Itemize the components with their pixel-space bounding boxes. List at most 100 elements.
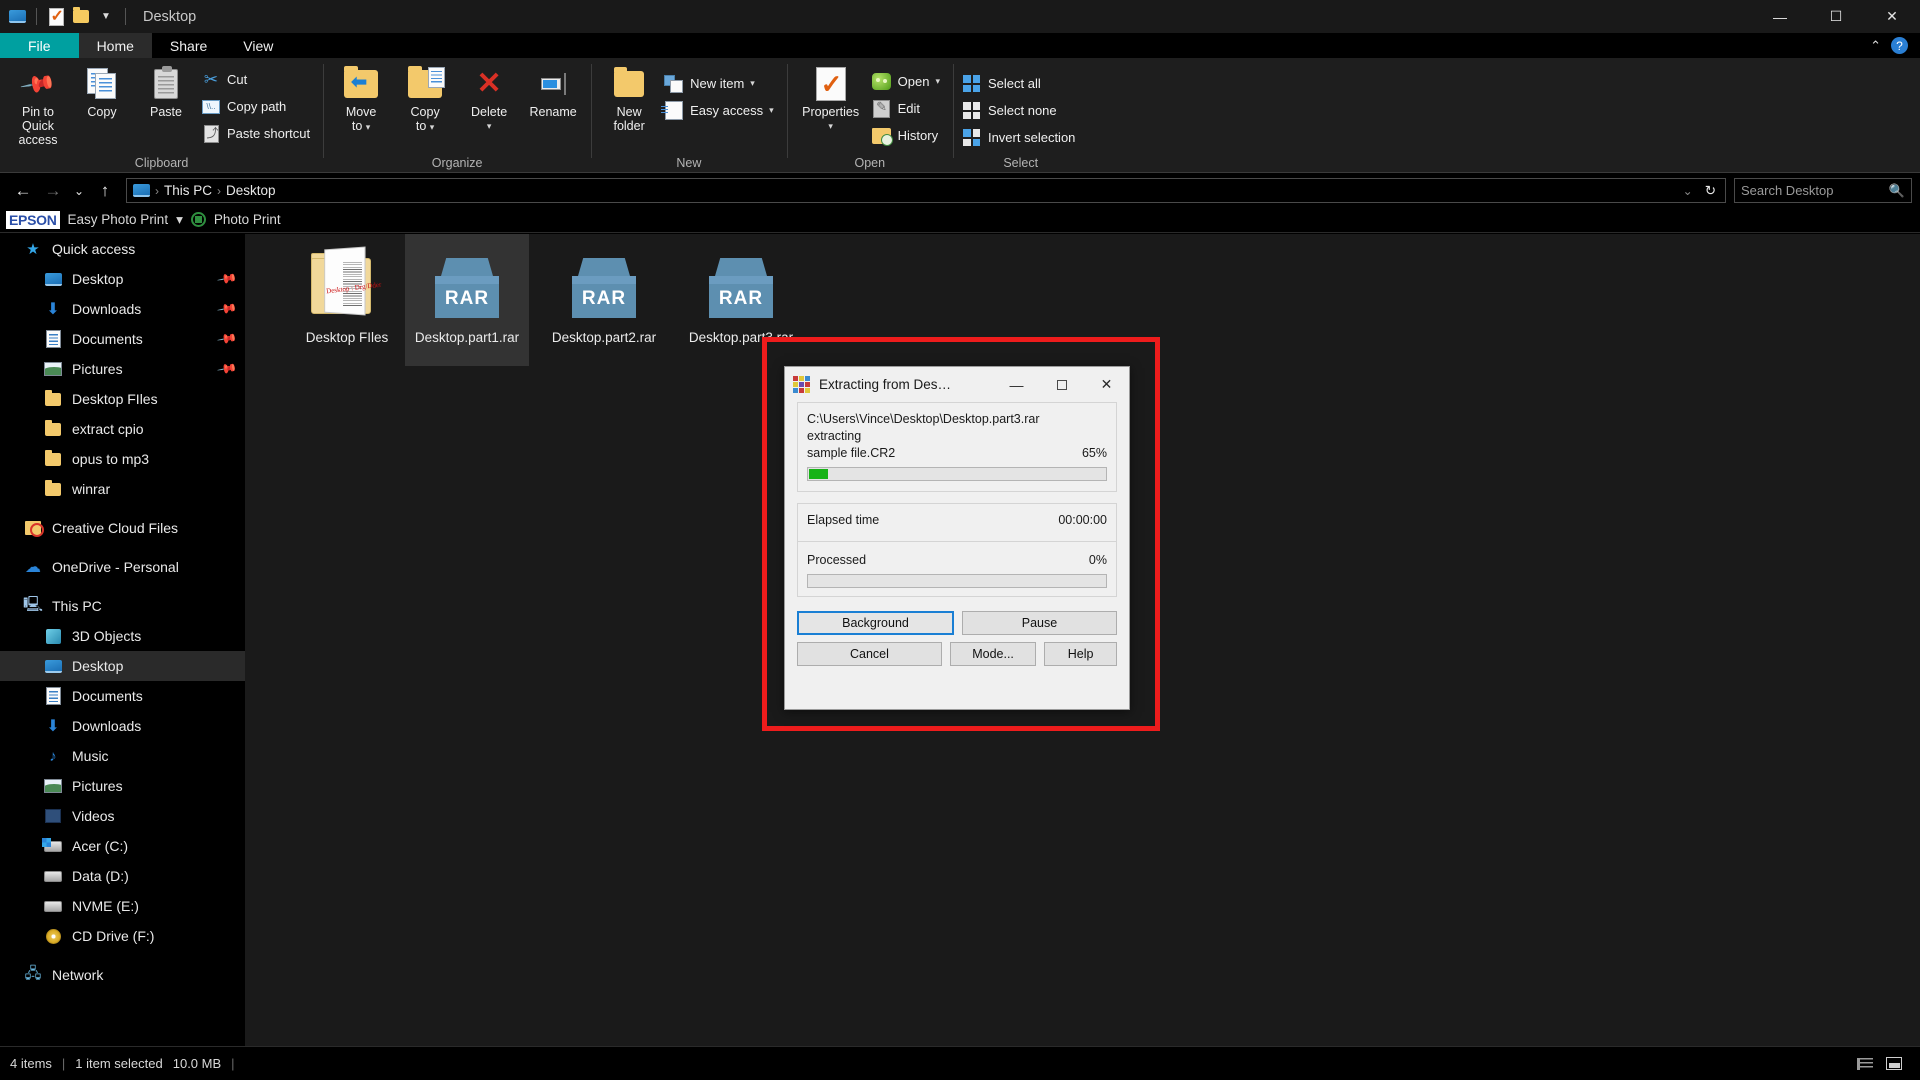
cancel-button[interactable]: Cancel [797,642,942,666]
help-button[interactable]: Help [1044,642,1117,666]
properties-check-icon[interactable] [45,6,67,28]
dialog-close-button[interactable]: ✕ [1084,367,1129,402]
breadcrumb-this-pc[interactable]: This PC [164,183,212,198]
copy-to-button[interactable]: Copy to ▾ [394,64,456,134]
new-folder-button[interactable]: New folder [598,64,660,133]
sidebar-item-desktop[interactable]: Desktop📌 [0,264,245,294]
large-icons-view-icon[interactable] [1884,1055,1904,1073]
minimize-button[interactable]: — [1752,0,1808,33]
paste-shortcut-button[interactable]: Paste shortcut [199,121,316,146]
tab-view[interactable]: View [225,33,291,58]
sidebar-item-documents[interactable]: Documents [0,681,245,711]
chevron-down-icon[interactable]: ▾ [750,78,755,89]
window-icon[interactable] [6,6,28,28]
sidebar-item-quick-access[interactable]: ★Quick access [0,234,245,264]
sidebar-item-pictures[interactable]: Pictures📌 [0,354,245,384]
details-view-icon[interactable] [1855,1055,1875,1073]
copy-path-button[interactable]: \\.. Copy path [199,94,316,119]
tab-home[interactable]: Home [79,33,152,58]
history-button[interactable]: History [870,123,946,148]
pin-to-quick-access-button[interactable]: 📌 Pin to Quick access [7,64,69,147]
pin-icon[interactable]: 📌 [216,298,238,320]
refresh-icon[interactable]: ↻ [1705,183,1716,199]
sidebar-item-extract-cpio[interactable]: extract cpio [0,414,245,444]
select-all-button[interactable]: Select all [960,71,1081,96]
list-item[interactable]: Desktop : Drg/Dder Desktop FIles [285,234,409,366]
mode-button[interactable]: Mode... [950,642,1036,666]
maximize-button[interactable]: ☐ [1808,0,1864,33]
pin-icon[interactable]: 📌 [216,358,238,380]
list-item[interactable]: RAR Desktop.part2.rar [542,234,666,366]
open-button[interactable]: Open ▾ [870,69,946,94]
up-button[interactable]: ↑ [90,178,120,204]
sidebar-item-downloads[interactable]: ⬇Downloads📌 [0,294,245,324]
sidebar-item-acer-c[interactable]: Acer (C:) [0,831,245,861]
sidebar-item-3d-objects[interactable]: 3D Objects [0,621,245,651]
easy-access-button[interactable]: Easy access ▾ [662,98,780,123]
quick-access-toolbar[interactable]: ▼ [0,6,131,28]
sidebar-item-pictures[interactable]: Pictures [0,771,245,801]
sidebar-item-documents[interactable]: Documents📌 [0,324,245,354]
search-icon[interactable]: 🔍 [1889,183,1905,199]
window-controls[interactable]: — ☐ ✕ [1752,0,1920,33]
winrar-extracting-dialog[interactable]: Extracting from Des… — ✕ C:\Users\Vince\… [784,366,1130,710]
dialog-minimize-button[interactable]: — [994,367,1039,402]
forward-button[interactable]: → [38,178,68,204]
sidebar-item-opus-to-mp3[interactable]: opus to mp3 [0,444,245,474]
invert-selection-button[interactable]: Invert selection [960,125,1081,150]
dropdown-caret-icon[interactable]: ▾ [828,119,833,133]
sidebar-item-creative-cloud-files[interactable]: Creative Cloud Files [0,513,245,543]
recent-locations-button[interactable]: ⌄ [68,178,90,204]
sidebar-item-nvme-e[interactable]: NVME (E:) [0,891,245,921]
customize-chevron-icon[interactable]: ▼ [95,6,117,28]
easy-photo-print-menu[interactable]: Easy Photo Print [68,212,169,227]
breadcrumb-desktop[interactable]: Desktop [226,183,276,198]
sidebar-item-onedrive-personal[interactable]: ☁OneDrive - Personal [0,552,245,582]
tab-share[interactable]: Share [152,33,225,58]
sidebar-item-desktop[interactable]: Desktop [0,651,245,681]
sidebar-item-cd-drive-f[interactable]: CD Drive (F:) [0,921,245,951]
chevron-down-icon[interactable]: ▾ [935,76,940,87]
pause-button[interactable]: Pause [962,611,1117,635]
move-to-button[interactable]: ⬅ Move to ▾ [330,64,392,134]
delete-button[interactable]: ✕ Delete ▾ [458,64,520,133]
pin-icon[interactable]: 📌 [216,268,238,290]
list-item[interactable]: RAR Desktop.part3.rar [679,234,803,366]
properties-button[interactable]: Properties ▾ [794,64,868,133]
photo-print-button[interactable]: Photo Print [214,212,281,227]
sidebar-item-downloads[interactable]: ⬇Downloads [0,711,245,741]
dropdown-caret-icon[interactable]: ▾ [487,119,492,133]
search-input[interactable]: Search Desktop 🔍 [1734,178,1912,203]
new-item-button[interactable]: New item ▾ [662,71,780,96]
cut-button[interactable]: ✂ Cut [199,67,316,92]
chevron-down-icon[interactable]: ▾ [769,105,774,116]
sidebar-item-data-d[interactable]: Data (D:) [0,861,245,891]
help-icon[interactable]: ? [1891,37,1908,54]
collapse-ribbon-icon[interactable]: ⌃ [1870,38,1881,54]
chevron-down-icon[interactable]: ▾ [176,212,183,228]
back-button[interactable]: ← [8,178,38,204]
navigation-pane[interactable]: ★Quick accessDesktop📌⬇Downloads📌Document… [0,234,245,1046]
dialog-window-controls[interactable]: — ✕ [994,367,1129,402]
sidebar-item-music[interactable]: ♪Music [0,741,245,771]
paste-button[interactable]: Paste [135,64,197,119]
pin-icon[interactable]: 📌 [216,328,238,350]
close-button[interactable]: ✕ [1864,0,1920,33]
edit-button[interactable]: Edit [870,96,946,121]
sidebar-item-winrar[interactable]: winrar [0,474,245,504]
sidebar-item-network[interactable]: 🖧Network [0,960,245,990]
sidebar-item-this-pc[interactable]: 🖳This PC [0,591,245,621]
3d-objects-icon [42,626,64,646]
sidebar-item-desktop-files[interactable]: Desktop FIles [0,384,245,414]
sidebar-item-videos[interactable]: Videos [0,801,245,831]
copy-button[interactable]: Copy [71,64,133,119]
breadcrumb[interactable]: › This PC › Desktop ⌄ ↻ [126,178,1726,203]
dialog-maximize-button[interactable] [1039,367,1084,402]
background-button[interactable]: Background [797,611,954,635]
list-item[interactable]: RAR Desktop.part1.rar [405,234,529,366]
rename-button[interactable]: Rename [522,64,584,119]
tab-file[interactable]: File [0,33,79,58]
new-folder-icon[interactable] [70,6,92,28]
address-dropdown-icon[interactable]: ⌄ [1683,184,1693,198]
select-none-button[interactable]: Select none [960,98,1081,123]
